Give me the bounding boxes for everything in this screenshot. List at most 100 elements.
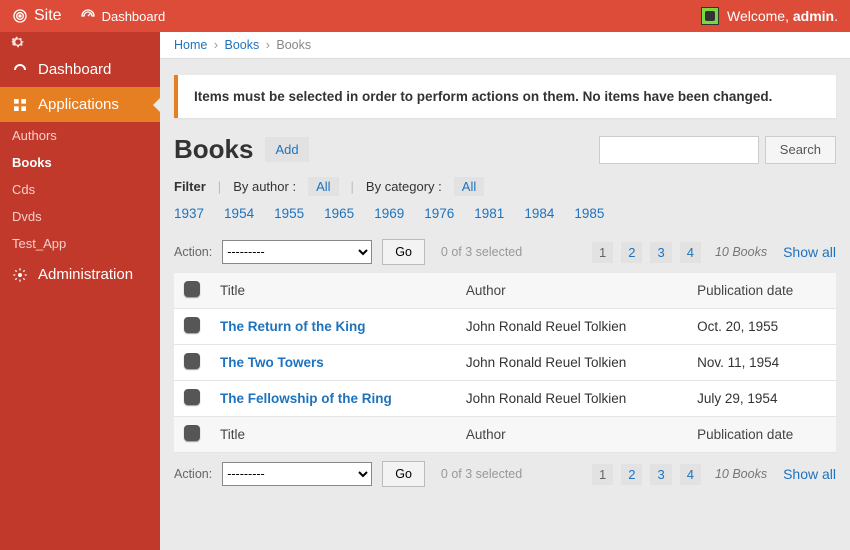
sidebar: Dashboard Applications Authors Books Cds… (0, 32, 160, 550)
col-author[interactable]: Author (456, 417, 687, 453)
action-bar-bottom: Action: --------- Go 0 of 3 selected 1 2… (160, 453, 850, 495)
total-count: 10 Books (715, 467, 767, 481)
sidebar-item-label: Dashboard (38, 61, 111, 78)
col-author[interactable]: Author (456, 273, 687, 309)
year-link[interactable]: 1976 (424, 206, 454, 221)
filter-author-all[interactable]: All (308, 177, 338, 196)
sidebar-settings[interactable] (0, 32, 160, 52)
filter-by-author-label: By author : (233, 179, 296, 194)
year-link[interactable]: 1955 (274, 206, 304, 221)
breadcrumb: Home › Books › Books (160, 32, 850, 59)
col-pub[interactable]: Publication date (687, 273, 836, 309)
sidebar-item-label: Applications (38, 96, 119, 113)
filter-label: Filter (174, 179, 206, 194)
book-author: John Ronald Reuel Tolkien (456, 381, 687, 417)
year-link[interactable]: 1984 (524, 206, 554, 221)
year-link[interactable]: 1965 (324, 206, 354, 221)
pager: 1 2 3 4 10 Books Show all (592, 242, 836, 263)
year-link[interactable]: 1937 (174, 206, 204, 221)
year-filter-row: 1937 1954 1955 1965 1969 1976 1981 1984 … (160, 200, 850, 231)
topbar-breadcrumb[interactable]: Dashboard (80, 8, 166, 24)
sidebar-sub-testapp[interactable]: Test_App (0, 230, 160, 257)
table-row: The Return of the King John Ronald Reuel… (174, 309, 836, 345)
action-label: Action: (174, 467, 212, 481)
gear-icon (10, 34, 26, 50)
sidebar-sub-dvds[interactable]: Dvds (0, 203, 160, 230)
crumb-home[interactable]: Home (174, 38, 207, 52)
year-link[interactable]: 1969 (374, 206, 404, 221)
row-checkbox[interactable] (184, 389, 200, 405)
year-link[interactable]: 1981 (474, 206, 504, 221)
row-checkbox[interactable] (184, 317, 200, 333)
action-select[interactable]: --------- (222, 462, 372, 486)
book-pubdate: Nov. 11, 1954 (687, 345, 836, 381)
topbar-dashboard-label: Dashboard (102, 9, 166, 24)
add-button[interactable]: Add (265, 137, 308, 162)
year-link[interactable]: 1985 (574, 206, 604, 221)
col-title[interactable]: Title (210, 417, 456, 453)
site-brand[interactable]: Site (12, 7, 62, 25)
page-2[interactable]: 2 (621, 464, 642, 485)
books-table: Title Author Publication date The Return… (174, 273, 836, 453)
filter-row: Filter | By author : All | By category :… (160, 165, 850, 200)
page-2[interactable]: 2 (621, 242, 642, 263)
sidebar-sub-books[interactable]: Books (0, 149, 160, 176)
target-icon (12, 8, 28, 24)
book-author: John Ronald Reuel Tolkien (456, 309, 687, 345)
page-title: Books (174, 134, 253, 165)
table-row: The Two Towers John Ronald Reuel Tolkien… (174, 345, 836, 381)
welcome-text: Welcome, admin. (727, 8, 838, 24)
filter-category-all[interactable]: All (454, 177, 484, 196)
col-pub[interactable]: Publication date (687, 417, 836, 453)
main: Home › Books › Books Items must be selec… (160, 32, 850, 550)
book-pubdate: July 29, 1954 (687, 381, 836, 417)
col-title[interactable]: Title (210, 273, 456, 309)
select-all-checkbox[interactable] (184, 281, 200, 297)
book-title-link[interactable]: The Two Towers (220, 355, 324, 370)
selection-count: 0 of 3 selected (441, 245, 522, 259)
search-button[interactable]: Search (765, 136, 836, 164)
sidebar-sub-authors[interactable]: Authors (0, 122, 160, 149)
page-4[interactable]: 4 (680, 242, 701, 263)
page-3[interactable]: 3 (650, 464, 671, 485)
go-button[interactable]: Go (382, 461, 425, 487)
pager: 1 2 3 4 10 Books Show all (592, 464, 836, 485)
total-count: 10 Books (715, 245, 767, 259)
message-banner: Items must be selected in order to perfo… (174, 75, 836, 118)
page-4[interactable]: 4 (680, 464, 701, 485)
show-all-link[interactable]: Show all (783, 244, 836, 260)
crumb-current: Books (276, 38, 311, 52)
search-input[interactable] (599, 136, 759, 164)
selection-count: 0 of 3 selected (441, 467, 522, 481)
book-title-link[interactable]: The Return of the King (220, 319, 366, 334)
book-author: John Ronald Reuel Tolkien (456, 345, 687, 381)
show-all-link[interactable]: Show all (783, 466, 836, 482)
topbar: Site Dashboard Welcome, admin. (0, 0, 850, 32)
page-1[interactable]: 1 (592, 242, 613, 263)
filter-by-category-label: By category : (366, 179, 442, 194)
sidebar-item-label: Administration (38, 266, 133, 283)
admin-icon (12, 267, 28, 283)
page-1[interactable]: 1 (592, 464, 613, 485)
year-link[interactable]: 1954 (224, 206, 254, 221)
row-checkbox[interactable] (184, 353, 200, 369)
book-title-link[interactable]: The Fellowship of the Ring (220, 391, 392, 406)
sidebar-item-administration[interactable]: Administration (0, 257, 160, 292)
sidebar-item-dashboard[interactable]: Dashboard (0, 52, 160, 87)
select-all-checkbox-bottom[interactable] (184, 425, 200, 441)
page-3[interactable]: 3 (650, 242, 671, 263)
table-row: The Fellowship of the Ring John Ronald R… (174, 381, 836, 417)
sidebar-sub-cds[interactable]: Cds (0, 176, 160, 203)
avatar[interactable] (701, 7, 719, 25)
apps-icon (12, 97, 28, 113)
action-bar-top: Action: --------- Go 0 of 3 selected 1 2… (160, 231, 850, 273)
book-pubdate: Oct. 20, 1955 (687, 309, 836, 345)
go-button[interactable]: Go (382, 239, 425, 265)
sidebar-item-applications[interactable]: Applications (0, 87, 160, 122)
action-label: Action: (174, 245, 212, 259)
dashboard-icon (80, 8, 96, 24)
action-select[interactable]: --------- (222, 240, 372, 264)
dashboard-icon (12, 62, 28, 78)
site-label: Site (34, 7, 62, 25)
crumb-books[interactable]: Books (224, 38, 259, 52)
